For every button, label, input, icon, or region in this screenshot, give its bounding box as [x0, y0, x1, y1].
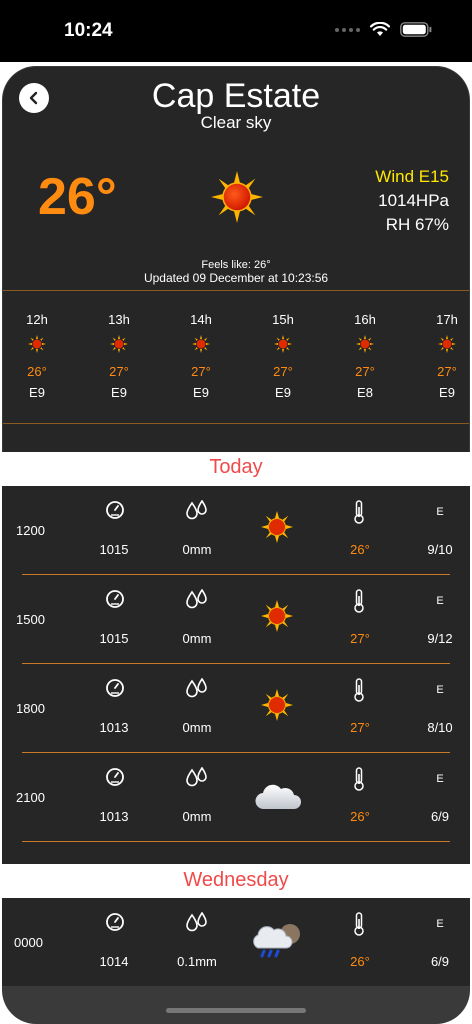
- rain-drops-icon: [184, 911, 210, 939]
- barometer-icon: [105, 912, 125, 937]
- status-time: 10:24: [64, 20, 113, 41]
- rain-cloud-icon: [250, 920, 304, 965]
- city-title: Cap Estate: [151, 77, 321, 115]
- rain-drops-icon: [184, 677, 210, 705]
- forecast-row[interactable]: 2100 1013 0mm 26° E 6/9: [2, 753, 470, 842]
- wind-readout: Wind E15: [375, 167, 449, 186]
- row-divider: [22, 841, 450, 842]
- section-title-wednesday: Wednesday: [183, 869, 289, 891]
- status-icons: [335, 22, 432, 37]
- sun-icon: [209, 169, 265, 230]
- divider: [3, 290, 469, 291]
- pressure-readout: 1014HPa: [378, 191, 449, 210]
- thermometer-icon: [352, 678, 366, 707]
- rain-drops-icon: [184, 588, 210, 616]
- thermometer-icon: [352, 500, 366, 529]
- hour-item: 14h 27° E9: [171, 309, 231, 400]
- divider: [3, 423, 469, 424]
- feels-like: Feels like: 26°: [201, 259, 271, 271]
- forecast-row[interactable]: 1500 1015 0mm 27° E 9/12: [2, 575, 470, 664]
- thermometer-icon: [352, 589, 366, 618]
- hour-item: 17h 27° E9: [417, 309, 469, 400]
- sun-icon: [171, 335, 231, 355]
- humidity-readout: RH 67%: [385, 215, 449, 234]
- rain-drops-icon: [184, 766, 210, 794]
- sun-icon: [417, 335, 469, 355]
- rain-drops-icon: [184, 499, 210, 527]
- wednesday-forecast-list: 0000 1014 0.1mm 26° E 6/9: [2, 898, 470, 988]
- section-title-today: Today: [209, 456, 263, 478]
- sun-icon: [7, 335, 67, 355]
- thermometer-icon: [352, 767, 366, 796]
- thermometer-icon: [352, 912, 366, 941]
- today-forecast-list: 1200 1015 0mm 26° E 9/10 1500 1015 0mm 2…: [2, 486, 470, 864]
- current-weather-card: Cap Estate Clear sky 26° Wind E15 1014HP…: [2, 66, 470, 452]
- sun-icon: [260, 688, 294, 727]
- barometer-icon: [105, 767, 125, 792]
- updated-time: Updated 09 December at 10:23:56: [143, 271, 329, 285]
- sun-icon: [253, 335, 313, 355]
- battery-icon: [400, 22, 432, 37]
- sun-icon: [335, 335, 395, 355]
- forecast-row[interactable]: 0000 1014 0.1mm 26° E 6/9: [2, 898, 470, 987]
- status-bar: 10:24: [0, 0, 472, 62]
- bottom-bar: [2, 986, 470, 1024]
- hour-item: 15h 27° E9: [253, 309, 313, 400]
- current-temperature: 26°: [38, 168, 117, 226]
- barometer-icon: [105, 500, 125, 525]
- condition-text: Clear sky: [200, 113, 272, 132]
- forecast-row[interactable]: 1800 1013 0mm 27° E 8/10: [2, 664, 470, 753]
- hourly-forecast[interactable]: 12h 26° E9 13h 27° E9 14h 27° E9 15h 27°…: [3, 309, 469, 423]
- signal-icon: [335, 27, 360, 32]
- hour-item: 16h 27° E8: [335, 309, 395, 400]
- hour-item: 12h 26° E9: [7, 309, 67, 400]
- sun-icon: [260, 510, 294, 549]
- cloud-icon: [254, 783, 302, 816]
- forecast-row[interactable]: 1200 1015 0mm 26° E 9/10: [2, 486, 470, 575]
- home-indicator[interactable]: [166, 1008, 306, 1013]
- wifi-icon: [370, 22, 390, 36]
- sun-icon: [89, 335, 149, 355]
- barometer-icon: [105, 589, 125, 614]
- sun-icon: [260, 599, 294, 638]
- barometer-icon: [105, 678, 125, 703]
- hour-item: 13h 27° E9: [89, 309, 149, 400]
